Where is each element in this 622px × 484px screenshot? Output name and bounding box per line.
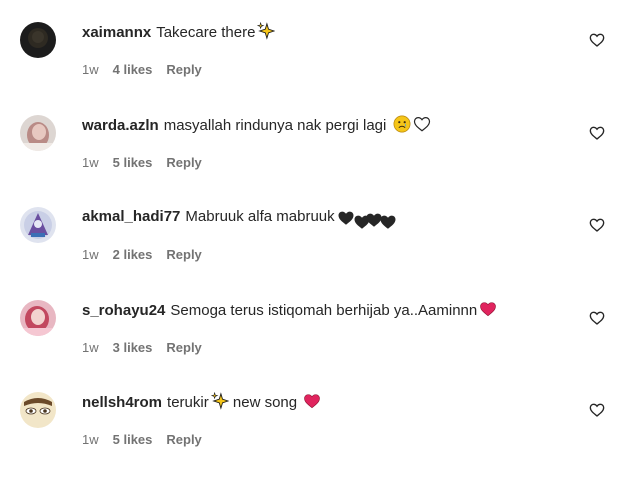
comment-text: Semoga terus istiqomah berhijab ya..Aami… — [170, 302, 478, 319]
comment-username[interactable]: warda.azln — [82, 117, 159, 134]
comment-meta: 1w 5 likes Reply — [82, 432, 216, 448]
comment-likes[interactable]: 2 likes — [113, 247, 153, 262]
black-heart-icon — [365, 211, 382, 227]
white-heart-icon — [413, 115, 431, 133]
comment-time: 1w — [82, 247, 99, 262]
comment-text: masyallah rindunya nak pergi lagi — [163, 117, 387, 134]
comment-body: akmal_hadi77 Mabruuk alfa mabruuk — [82, 207, 396, 229]
comment-likes[interactable]: 5 likes — [113, 155, 153, 170]
heart-icon[interactable] — [589, 402, 605, 418]
heart-icon[interactable] — [589, 217, 605, 233]
comment-body: nellsh4rom terukir new song — [82, 392, 321, 413]
black-heart-icon — [353, 213, 370, 229]
reply-button[interactable]: Reply — [166, 340, 201, 355]
comment-time: 1w — [82, 155, 99, 170]
black-heart-icon — [337, 209, 354, 225]
avatar[interactable] — [20, 300, 56, 336]
sad-face-icon — [393, 115, 411, 133]
comment-text: Takecare there — [156, 24, 256, 41]
comment-likes[interactable]: 4 likes — [113, 62, 153, 77]
heart-icon[interactable] — [589, 310, 605, 326]
comment-username[interactable]: akmal_hadi77 — [82, 208, 180, 225]
comment-time: 1w — [82, 62, 99, 77]
comment-username[interactable]: xaimannx — [82, 24, 151, 41]
comment-item: warda.azln masyallah rindunya nak pergi l… — [0, 115, 622, 207]
comment-item: xaimannx Takecare there 1w 4 likes Reply — [0, 22, 622, 114]
comment-username[interactable]: s_rohayu24 — [82, 302, 165, 319]
comment-text: terukir — [167, 394, 209, 411]
comment-likes[interactable]: 5 likes — [113, 432, 153, 447]
comment-item: nellsh4rom terukir new song 1w 5 likes Repl… — [0, 392, 622, 484]
comment-likes[interactable]: 3 likes — [113, 340, 153, 355]
avatar[interactable] — [20, 22, 56, 58]
comment-body: s_rohayu24 Semoga terus istiqomah berhija… — [82, 300, 497, 321]
reply-button[interactable]: Reply — [166, 432, 201, 447]
comment-meta: 1w 2 likes Reply — [82, 247, 216, 263]
comment-item: s_rohayu24 Semoga terus istiqomah berhija… — [0, 300, 622, 392]
red-heart-icon — [479, 300, 497, 318]
comment-meta: 1w 5 likes Reply — [82, 155, 216, 171]
comment-body: xaimannx Takecare there — [82, 22, 276, 43]
comment-text-continued: new song — [232, 394, 298, 411]
comment-text: Mabruuk alfa mabruuk — [185, 208, 335, 225]
sparkles-icon — [210, 392, 229, 410]
heart-icon[interactable] — [589, 125, 605, 141]
reply-button[interactable]: Reply — [166, 155, 201, 170]
heart-icon[interactable] — [589, 32, 605, 48]
black-heart-icon — [379, 213, 396, 229]
avatar[interactable] — [20, 207, 56, 243]
comment-item: akmal_hadi77 Mabruuk alfa mabruuk 1w 2 lik… — [0, 207, 622, 299]
red-heart-icon — [303, 392, 321, 410]
comment-meta: 1w 3 likes Reply — [82, 340, 216, 356]
avatar[interactable] — [20, 392, 56, 428]
avatar[interactable] — [20, 115, 56, 151]
comment-body: warda.azln masyallah rindunya nak pergi l… — [82, 115, 431, 136]
reply-button[interactable]: Reply — [166, 62, 201, 77]
reply-button[interactable]: Reply — [166, 247, 201, 262]
comment-time: 1w — [82, 340, 99, 355]
comment-meta: 1w 4 likes Reply — [82, 62, 216, 78]
sparkles-icon — [257, 22, 276, 40]
comment-username[interactable]: nellsh4rom — [82, 394, 162, 411]
comment-time: 1w — [82, 432, 99, 447]
